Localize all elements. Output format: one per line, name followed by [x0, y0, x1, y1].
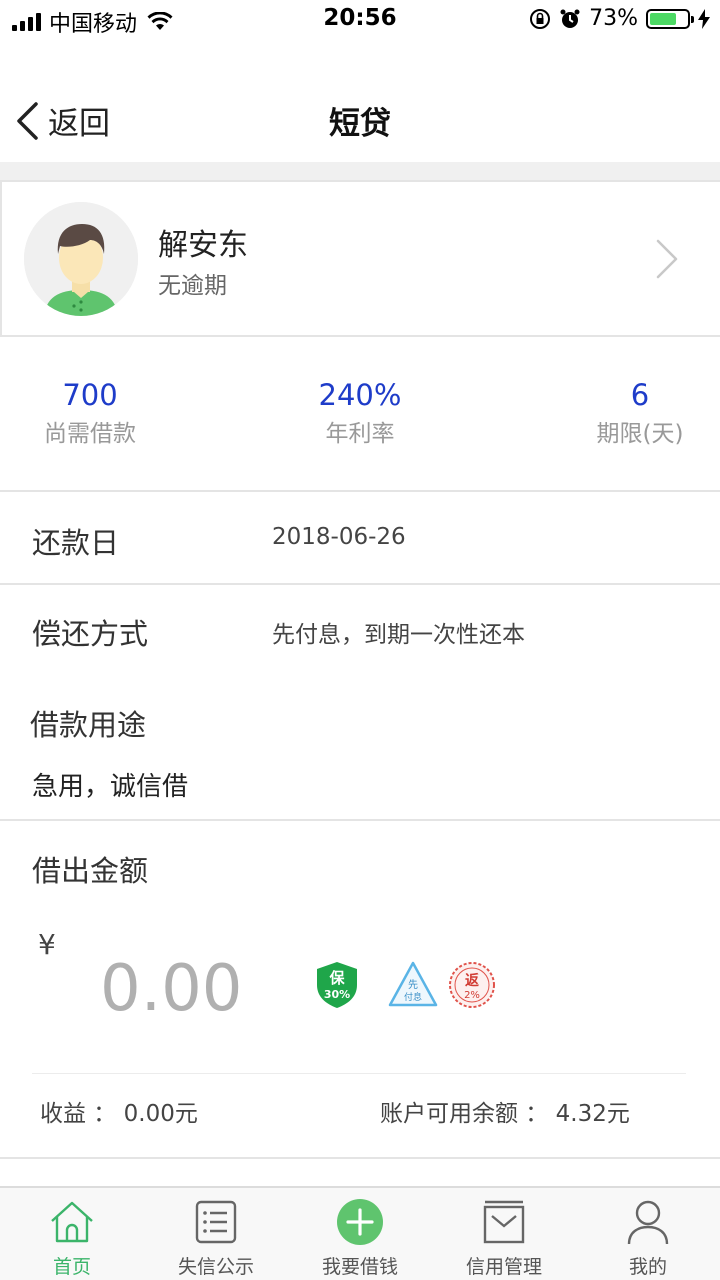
- purpose-label: 借款用途: [30, 708, 147, 742]
- stat-remaining-value: 700: [62, 378, 118, 412]
- stat-rate-label: 年利率: [325, 421, 395, 447]
- lend-amount-input[interactable]: [100, 946, 300, 1032]
- tab-home[interactable]: 首页: [0, 1188, 144, 1280]
- repay-method-row: 偿还方式 先付息，到期一次性还本: [0, 585, 720, 675]
- currency-symbol: ¥: [38, 928, 56, 961]
- repay-method-value: 先付息，到期一次性还本: [272, 622, 525, 648]
- divider: [32, 1073, 686, 1074]
- alarm-icon: [560, 9, 580, 28]
- borrower-profile-card[interactable]: 解安东 无逾期: [0, 180, 720, 337]
- status-right: 73%: [529, 6, 710, 31]
- tab-profile[interactable]: 我的: [576, 1188, 720, 1280]
- available-balance-text: 账户可用余额 ： 4.32元: [380, 1101, 630, 1127]
- back-label: 返回: [48, 106, 110, 142]
- stat-term: 6 期限(天): [580, 375, 700, 453]
- plus-circle-icon: [337, 1199, 383, 1245]
- battery-percent: 73%: [589, 6, 638, 31]
- purpose-row: 借款用途: [0, 690, 720, 750]
- stamp-badge-sub: 2%: [464, 990, 480, 1001]
- divider: [0, 1157, 720, 1159]
- tab-credit[interactable]: 信用管理: [432, 1188, 576, 1280]
- tab-profile-label: 我的: [628, 1256, 667, 1278]
- borrower-name: 解安东: [158, 228, 248, 263]
- triangle-badge-icon: 先 付息: [388, 961, 438, 1007]
- triangle-badge-sub: 付息: [404, 991, 422, 1003]
- inbox-icon: [483, 1200, 525, 1244]
- rotation-lock-icon: [530, 8, 551, 29]
- tab-home-label: 首页: [52, 1256, 91, 1278]
- tab-credit-label: 信用管理: [465, 1256, 542, 1278]
- list-icon: [195, 1200, 237, 1244]
- earnings-text: 收益 ： 0.00元: [40, 1101, 198, 1127]
- avatar-person-icon: [24, 202, 138, 316]
- battery-icon: [646, 8, 694, 29]
- chevron-right-icon: [656, 239, 678, 279]
- stat-rate: 240% 年利率: [290, 375, 430, 453]
- stat-term-value: 6: [630, 378, 650, 412]
- repay-date-label: 还款日: [32, 526, 120, 560]
- loan-stats: 700 尚需借款 240% 年利率 6 期限(天): [0, 337, 720, 492]
- back-button[interactable]: 返回: [14, 98, 110, 143]
- stat-term-label: 期限(天): [596, 421, 684, 447]
- tab-blacklist-label: 失信公示: [177, 1256, 254, 1278]
- nav-bar: 返回 短贷: [0, 40, 720, 162]
- purpose-value: 急用，诚信借: [32, 772, 189, 802]
- shield-badge-icon: 保 30%: [317, 962, 357, 1008]
- shield-badge-sub: 30%: [324, 988, 350, 1001]
- bottom-tab-bar: 首页 失信公示 我要借钱 信用管理 我的: [0, 1186, 720, 1280]
- tab-blacklist[interactable]: 失信公示: [144, 1188, 288, 1280]
- tab-borrow[interactable]: 我要借钱: [288, 1188, 432, 1280]
- section-gap: [0, 162, 720, 180]
- avatar: [24, 202, 138, 316]
- triangle-badge-text: 先: [408, 979, 418, 991]
- circle-stamp-badge-icon: 返 2%: [449, 962, 495, 1008]
- tab-borrow-label: 我要借钱: [321, 1256, 398, 1278]
- stat-remaining-label: 尚需借款: [44, 421, 136, 447]
- borrower-status: 无逾期: [158, 273, 227, 299]
- divider: [0, 819, 720, 821]
- stamp-badge-text: 返: [465, 972, 479, 989]
- lend-amount-label: 借出金额: [32, 854, 149, 888]
- charging-bolt-icon: [698, 8, 710, 29]
- home-icon: [51, 1201, 93, 1243]
- stat-rate-value: 240%: [318, 378, 402, 412]
- shield-badge-text: 保: [328, 969, 345, 987]
- user-icon: [627, 1200, 669, 1245]
- repay-method-label: 偿还方式: [32, 617, 149, 651]
- status-bar: 中国移动 20:56 73%: [0, 0, 720, 40]
- chevron-left-icon: [17, 101, 38, 140]
- repay-date-row: 还款日 2018-06-26: [0, 494, 720, 584]
- stat-remaining: 700 尚需借款: [30, 375, 150, 453]
- repay-date-value: 2018-06-26: [272, 524, 406, 550]
